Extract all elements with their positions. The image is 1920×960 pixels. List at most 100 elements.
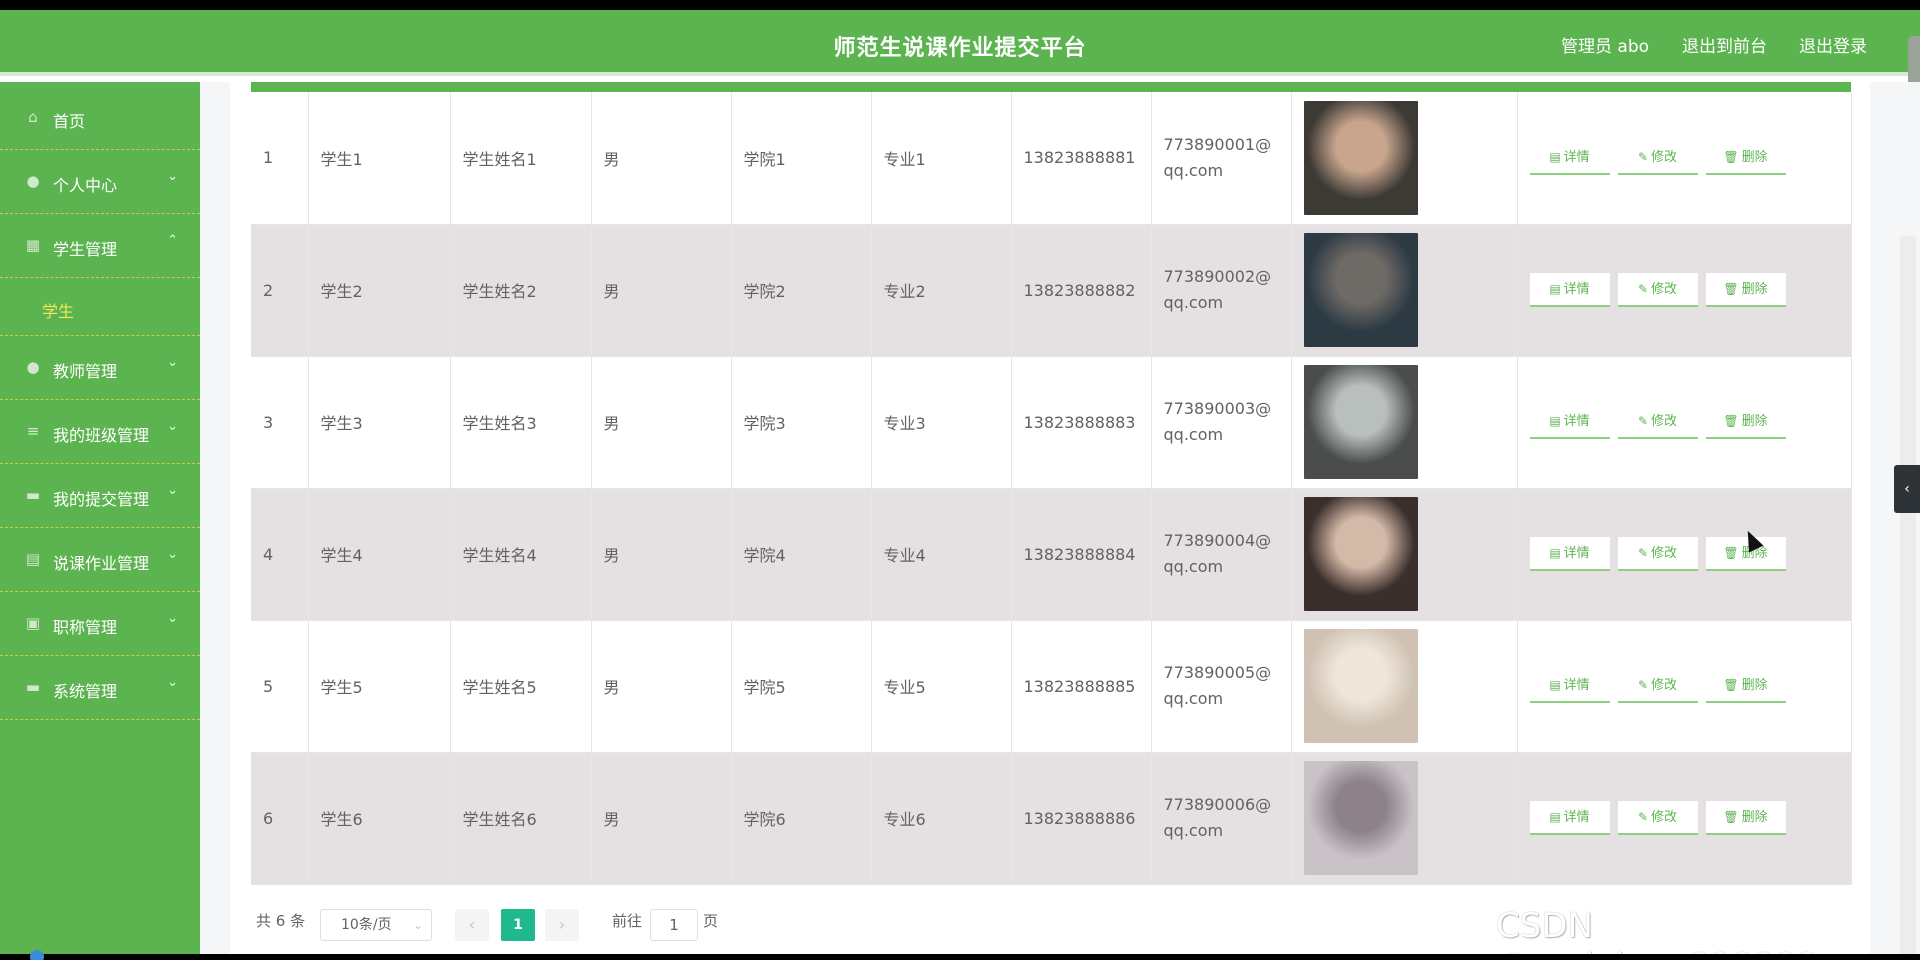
cell-major: 专业6 xyxy=(871,752,1012,885)
cell-photo xyxy=(1291,752,1518,885)
cell-photo xyxy=(1291,92,1518,225)
view-detail-button-label: 详情 xyxy=(1563,678,1590,693)
cell-gender: 男 xyxy=(591,224,732,357)
cell-gender: 男 xyxy=(591,620,732,753)
logout-link[interactable]: 退出登录 xyxy=(1799,32,1867,57)
delete-button-label: 删除 xyxy=(1741,149,1768,165)
view-detail-button[interactable]: ▤ 详情 xyxy=(1529,273,1610,307)
badge-icon: ▣ xyxy=(25,614,41,632)
delete-button[interactable]: 🗑 删除 xyxy=(1705,669,1786,703)
cell-college: 学院2 xyxy=(731,224,872,357)
student-table: 1 学生1 学生姓名1 男学院1 专业1 13823888881 773890001@qq.… xyxy=(251,92,1852,885)
cell-major: 专业2 xyxy=(871,224,1012,357)
view-detail-button[interactable]: ▤ 详情 xyxy=(1529,140,1610,175)
cell-phone: 13823888882 xyxy=(1011,224,1152,357)
delete-button[interactable]: 🗑 删除 xyxy=(1705,273,1786,307)
delete-button[interactable]: 🗑 删除 xyxy=(1705,405,1786,439)
chevron-down-icon: ⌄ xyxy=(167,611,178,626)
table-row: 6 学生6 学生姓名6 男学院6 专业6 13823888886 773890006@qq.… xyxy=(251,752,1852,885)
cell-actions: ▤ 详情 ✎ 修改 🗑 删除 xyxy=(1517,224,1852,357)
sidebar-item-personal-center[interactable]: ● 个人中心 ⌄ xyxy=(0,150,200,214)
page-number-current[interactable]: 1 xyxy=(501,909,535,941)
progress-dot xyxy=(30,950,44,960)
sidebar-item-submission-management[interactable]: ▬ 我的提交管理 ⌄ xyxy=(0,464,200,528)
cell-index: 1 xyxy=(251,92,309,225)
cell-college: 学院4 xyxy=(731,488,872,621)
next-page-button[interactable]: › xyxy=(545,909,579,941)
cell-email: 773890001@qq.com xyxy=(1151,92,1292,225)
cell-gender: 男 xyxy=(591,92,732,225)
cell-name: 学生姓名5 xyxy=(450,620,592,753)
document-icon: ▤ xyxy=(1549,149,1561,164)
page-size-select[interactable]: 10条/页 ⌄ xyxy=(320,909,432,941)
edit-button-label: 修改 xyxy=(1651,149,1678,165)
view-detail-button-label: 详情 xyxy=(1563,282,1590,297)
delete-button[interactable]: 🗑 删除 xyxy=(1705,801,1786,835)
edit-button[interactable]: ✎ 修改 xyxy=(1617,273,1698,307)
student-photo[interactable] xyxy=(1303,629,1418,743)
delete-button-label: 删除 xyxy=(1741,414,1768,429)
cell-phone: 13823888885 xyxy=(1011,620,1152,753)
table-row: 2 学生2 学生姓名2 男学院2 专业2 13823888882 773890002@qq.… xyxy=(251,224,1852,357)
cell-college: 学院3 xyxy=(731,356,872,489)
delete-button[interactable]: 🗑 删除 xyxy=(1705,140,1786,175)
cell-major: 专业4 xyxy=(871,488,1012,621)
chat-icon: ▬ xyxy=(25,486,41,504)
collapse-panel-button[interactable]: ‹ xyxy=(1894,465,1920,513)
cell-index: 3 xyxy=(251,356,309,489)
edit-button[interactable]: ✎ 修改 xyxy=(1617,669,1698,703)
document-icon: ▤ xyxy=(1549,678,1561,692)
view-detail-button-label: 详情 xyxy=(1563,810,1590,825)
sidebar-item-student-management[interactable]: ▦ 学生管理 ⌃ xyxy=(0,214,200,278)
view-detail-button-label: 详情 xyxy=(1563,414,1590,429)
sidebar-subitem-label: 学生 xyxy=(42,302,75,321)
vertical-scrollbar[interactable] xyxy=(1900,236,1916,954)
document-icon: ▤ xyxy=(1549,414,1561,428)
student-photo[interactable] xyxy=(1303,497,1418,611)
cell-photo xyxy=(1291,620,1518,753)
chevron-down-icon: ⌄ xyxy=(167,675,178,690)
document-icon: ▤ xyxy=(1549,810,1561,824)
sidebar-item-homework-management[interactable]: ▤ 说课作业管理 ⌄ xyxy=(0,528,200,592)
sidebar-item-system-management[interactable]: ▬ 系统管理 ⌄ xyxy=(0,656,200,720)
pencil-icon: ✎ xyxy=(1637,282,1649,296)
student-photo[interactable] xyxy=(1303,761,1418,875)
sidebar-item-label: 职称管理 xyxy=(53,618,118,637)
edit-button[interactable]: ✎ 修改 xyxy=(1617,405,1698,439)
edit-button[interactable]: ✎ 修改 xyxy=(1617,140,1698,175)
sidebar-subitem-student[interactable]: 学生 xyxy=(0,278,200,336)
top-header: 师范生说课作业提交平台 管理员 abo 退出到前台 退出登录 xyxy=(0,10,1920,76)
edit-button[interactable]: ✎ 修改 xyxy=(1617,801,1698,835)
exit-to-front-link[interactable]: 退出到前台 xyxy=(1682,32,1767,57)
sidebar-item-label: 系统管理 xyxy=(53,682,118,701)
student-photo[interactable] xyxy=(1303,233,1418,347)
user-icon: ● xyxy=(26,172,40,190)
cell-account: 学生1 xyxy=(308,92,451,225)
view-detail-button[interactable]: ▤ 详情 xyxy=(1529,537,1610,571)
cell-name: 学生姓名2 xyxy=(450,224,592,357)
user-label[interactable]: 管理员 abo xyxy=(1561,32,1649,57)
cell-actions: ▤ 详情 ✎ 修改 🗑 删除 xyxy=(1517,620,1852,753)
student-photo[interactable] xyxy=(1303,100,1418,215)
goto-page-input[interactable]: 1 xyxy=(650,909,698,941)
table-row: 3 学生3 学生姓名3 男学院3 专业3 13823888883 773890003@qq.… xyxy=(251,356,1852,489)
sidebar-item-title-management[interactable]: ▣ 职称管理 ⌄ xyxy=(0,592,200,656)
sidebar-item-home[interactable]: ⌂ 首页 xyxy=(0,82,200,150)
prev-page-button[interactable]: ‹ xyxy=(455,909,489,941)
table-row: 5 学生5 学生姓名5 男学院5 专业5 13823888885 773890005@qq.… xyxy=(251,620,1852,753)
cell-email: 773890005@qq.com xyxy=(1151,620,1292,753)
cell-college: 学院6 xyxy=(731,752,872,885)
edit-button-label: 修改 xyxy=(1651,546,1678,561)
view-detail-button[interactable]: ▤ 详情 xyxy=(1529,669,1610,703)
sidebar-item-class-management[interactable]: ≡ 我的班级管理 ⌄ xyxy=(0,400,200,464)
view-detail-button[interactable]: ▤ 详情 xyxy=(1529,801,1610,835)
cell-phone: 13823888883 xyxy=(1011,356,1152,489)
cell-index: 5 xyxy=(251,620,309,753)
edit-button[interactable]: ✎ 修改 xyxy=(1617,537,1698,571)
cell-name: 学生姓名1 xyxy=(450,92,592,225)
cell-account: 学生5 xyxy=(308,620,451,753)
sidebar-item-label: 我的班级管理 xyxy=(53,426,150,445)
sidebar-item-teacher-management[interactable]: ● 教师管理 ⌄ xyxy=(0,336,200,400)
view-detail-button[interactable]: ▤ 详情 xyxy=(1529,405,1610,439)
student-photo[interactable] xyxy=(1303,365,1418,479)
